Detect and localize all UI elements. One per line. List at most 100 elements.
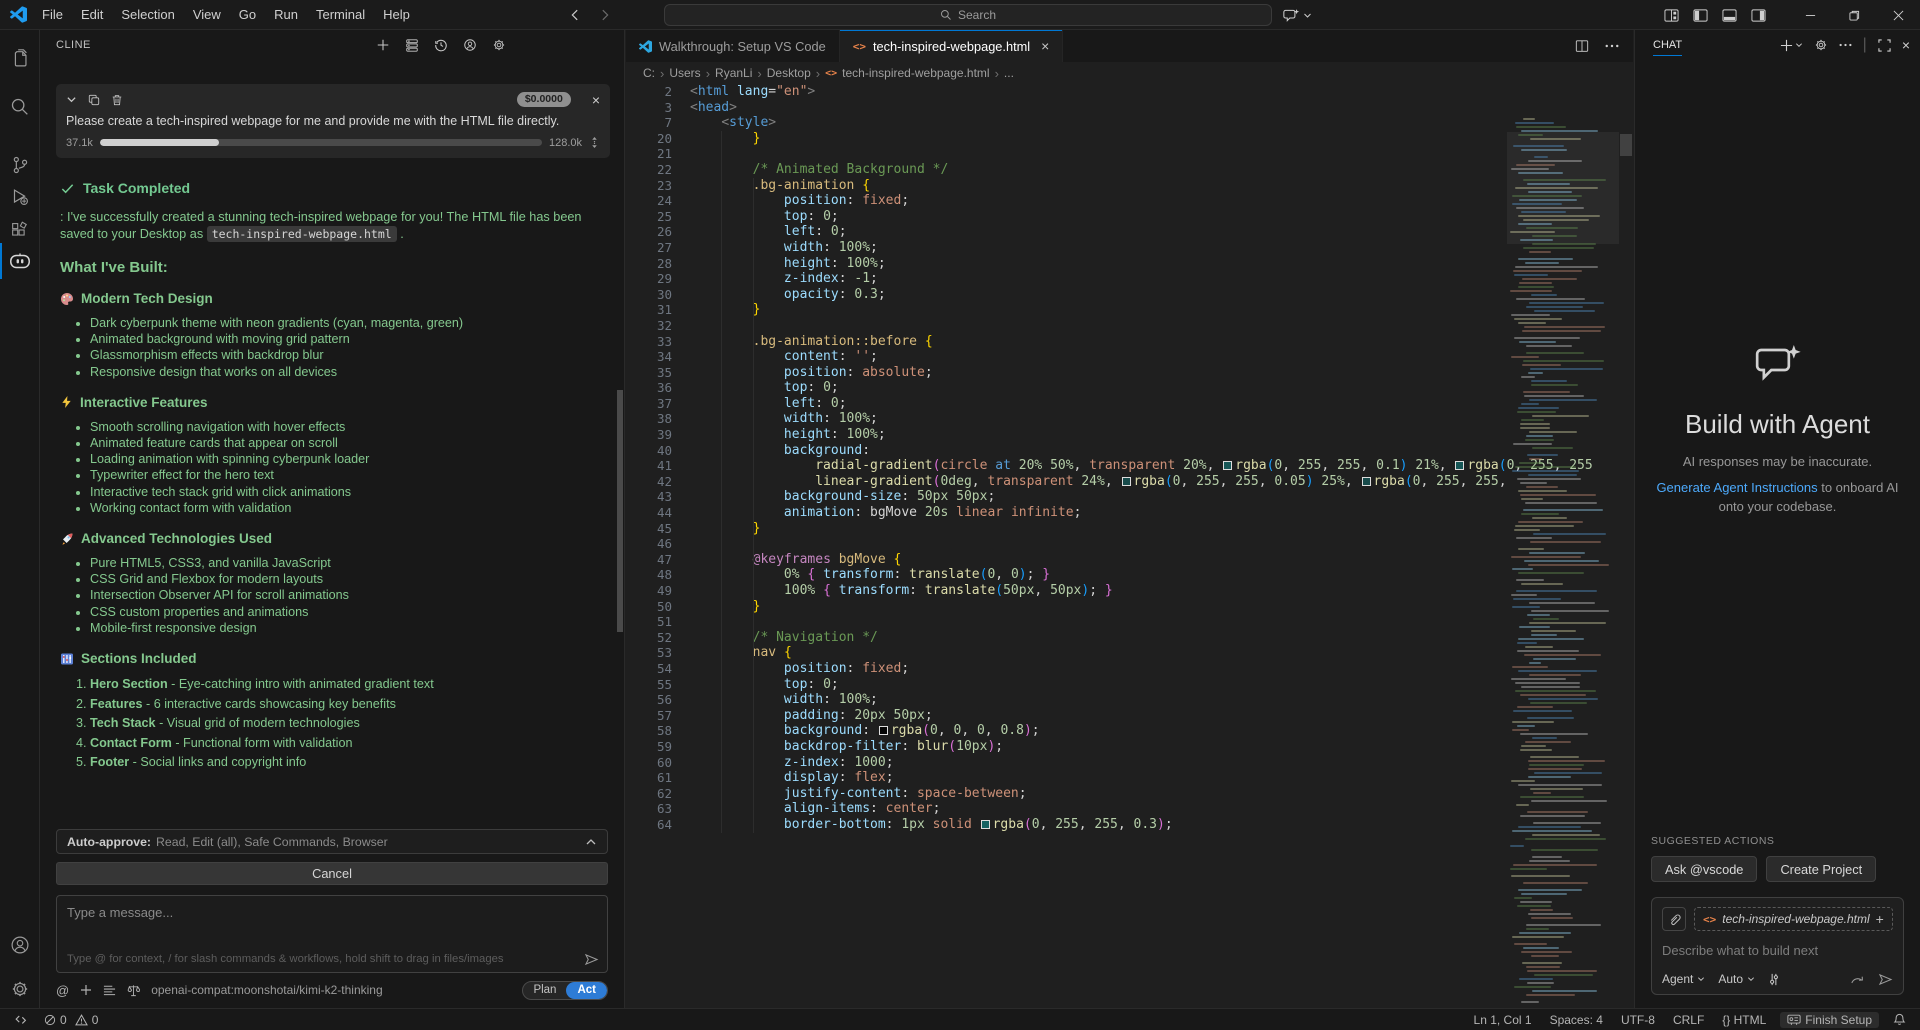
- menu-help[interactable]: Help: [374, 0, 419, 30]
- breadcrumb-item[interactable]: RyanLi: [715, 66, 752, 80]
- tab-chat[interactable]: CHAT: [1653, 39, 1682, 56]
- rules-scale-icon[interactable]: [127, 984, 140, 997]
- code-text: .bg-animation {: [690, 178, 1633, 194]
- restore-icon[interactable]: [1832, 0, 1876, 30]
- more-icon[interactable]: [1839, 43, 1852, 47]
- breadcrumb-item[interactable]: ...: [1004, 66, 1014, 80]
- copy-icon[interactable]: [88, 94, 100, 106]
- close-tab-icon[interactable]: ×: [1041, 39, 1049, 53]
- minimize-icon[interactable]: [1788, 0, 1832, 30]
- maximize-panel-icon[interactable]: [1878, 39, 1891, 52]
- tab-tech-inspired-webpage[interactable]: <> tech-inspired-webpage.html ×: [840, 30, 1064, 62]
- attachment-chip[interactable]: <> tech-inspired-webpage.html +: [1694, 907, 1893, 931]
- menu-view[interactable]: View: [184, 0, 230, 30]
- close-icon[interactable]: [1876, 0, 1920, 30]
- breadcrumb-item[interactable]: tech-inspired-webpage.html: [842, 66, 989, 80]
- toggle-sidebar-icon[interactable]: [1693, 8, 1708, 23]
- back-arrow-icon[interactable]: [568, 8, 582, 22]
- new-chat-icon[interactable]: [1780, 39, 1803, 52]
- task-card[interactable]: $0.0000 × Please create a tech-inspired …: [56, 84, 610, 158]
- indentation[interactable]: Spaces: 4: [1546, 1013, 1607, 1027]
- cancel-button[interactable]: Cancel: [56, 862, 608, 885]
- command-center-search[interactable]: Search: [664, 4, 1272, 26]
- split-editor-icon[interactable]: [1575, 39, 1589, 53]
- sidebar-scrollbar[interactable]: [617, 390, 623, 632]
- menu-go[interactable]: Go: [230, 0, 265, 30]
- copilot-menu[interactable]: [1283, 0, 1312, 30]
- encoding[interactable]: UTF-8: [1617, 1013, 1659, 1027]
- voice-redo-icon[interactable]: [1851, 974, 1865, 985]
- account-icon[interactable]: [463, 38, 477, 52]
- attach-paperclip-icon[interactable]: [1662, 907, 1686, 931]
- list-item: Smooth scrolling navigation with hover e…: [90, 419, 600, 435]
- cline-conversation[interactable]: Task Completed : I've successfully creat…: [40, 166, 624, 825]
- context-at-icon[interactable]: @: [56, 983, 69, 998]
- delete-icon[interactable]: [111, 94, 123, 106]
- breadcrumb-item[interactable]: C:: [643, 66, 655, 80]
- settings-gear-icon[interactable]: [1814, 38, 1828, 52]
- settings-button[interactable]: [0, 974, 40, 1004]
- minimap[interactable]: [1507, 118, 1619, 1004]
- tools-icon[interactable]: [1768, 973, 1780, 986]
- model-dropdown[interactable]: Auto: [1718, 972, 1755, 986]
- checkpoints-icon[interactable]: [103, 984, 116, 996]
- language-mode[interactable]: {} HTML: [1718, 1013, 1770, 1027]
- mcp-server-icon[interactable]: [405, 38, 419, 52]
- act-mode[interactable]: Act: [566, 982, 607, 999]
- send-icon[interactable]: [1878, 973, 1893, 986]
- breadcrumb[interactable]: C:›Users›RyanLi›Desktop›<>tech-inspired-…: [626, 62, 1633, 84]
- code-text: background-size: 50px 50px;: [690, 489, 1633, 505]
- tab-walkthrough[interactable]: Walkthrough: Setup VS Code: [626, 30, 840, 62]
- editor-scrollbar[interactable]: [1619, 118, 1633, 1008]
- settings-gear-icon[interactable]: [492, 38, 506, 52]
- auto-approve-bar[interactable]: Auto-approve: Read, Edit (all), Safe Com…: [56, 829, 608, 854]
- add-plus-icon[interactable]: [80, 984, 92, 996]
- minimap-line: [1528, 760, 1605, 762]
- sidebar-item-cline[interactable]: [0, 246, 40, 276]
- sidebar-item-run-debug[interactable]: [0, 182, 40, 212]
- sidebar-item-search[interactable]: [0, 92, 40, 122]
- code-editor[interactable]: 2<html lang="en">3<head>7 <style>20 }212…: [626, 84, 1633, 1008]
- send-icon[interactable]: [584, 953, 599, 966]
- menu-terminal[interactable]: Terminal: [307, 0, 374, 30]
- more-actions-icon[interactable]: [1605, 44, 1619, 48]
- model-name[interactable]: openai-compat:moonshotai/kimi-k2-thinkin…: [151, 983, 382, 997]
- toggle-panel-icon[interactable]: [1722, 8, 1737, 23]
- menu-edit[interactable]: Edit: [72, 0, 112, 30]
- breadcrumb-item[interactable]: Users: [669, 66, 700, 80]
- create-project-button[interactable]: Create Project: [1766, 856, 1876, 882]
- list-item: Dark cyberpunk theme with neon gradients…: [90, 315, 600, 331]
- menu-selection[interactable]: Selection: [112, 0, 183, 30]
- sidebar-item-explorer[interactable]: [0, 44, 40, 74]
- plan-mode[interactable]: Plan: [523, 982, 566, 999]
- account-button[interactable]: [0, 930, 40, 960]
- menu-run[interactable]: Run: [265, 0, 307, 30]
- notifications-bell-icon[interactable]: [1889, 1013, 1910, 1026]
- ask-vscode-button[interactable]: Ask @vscode: [1651, 856, 1757, 882]
- menu-file[interactable]: File: [33, 0, 72, 30]
- add-attachment-icon[interactable]: +: [1876, 911, 1884, 927]
- sidebar-item-source-control[interactable]: [0, 150, 40, 180]
- remote-indicator[interactable]: [10, 1013, 32, 1026]
- chat-input-box[interactable]: <> tech-inspired-webpage.html + Describe…: [1651, 897, 1904, 995]
- expand-context-icon[interactable]: [589, 136, 600, 149]
- new-task-plus-icon[interactable]: [376, 38, 390, 52]
- history-icon[interactable]: [434, 38, 448, 52]
- agent-mode-dropdown[interactable]: Agent: [1662, 972, 1705, 986]
- forward-arrow-icon[interactable]: [598, 8, 612, 22]
- eol-sequence[interactable]: CRLF: [1669, 1013, 1708, 1027]
- chevron-up-icon[interactable]: [585, 836, 597, 848]
- plan-act-toggle[interactable]: Plan Act: [522, 981, 608, 1000]
- breadcrumb-item[interactable]: Desktop: [767, 66, 811, 80]
- problems-indicator[interactable]: 0 0: [40, 1013, 102, 1027]
- sidebar-item-extensions[interactable]: [0, 215, 40, 245]
- toggle-secondary-sidebar-icon[interactable]: [1751, 8, 1766, 23]
- customize-layout-icon[interactable]: [1664, 8, 1679, 23]
- close-icon[interactable]: ×: [1902, 37, 1910, 53]
- finish-setup-button[interactable]: Finish Setup: [1780, 1012, 1879, 1028]
- generate-instructions-link[interactable]: Generate Agent Instructions: [1656, 480, 1817, 495]
- cursor-position[interactable]: Ln 1, Col 1: [1470, 1013, 1536, 1027]
- collapse-chevron-icon[interactable]: [66, 94, 77, 105]
- close-task-icon[interactable]: ×: [592, 93, 600, 107]
- message-input[interactable]: Type a message... Type @ for context, / …: [56, 895, 608, 973]
